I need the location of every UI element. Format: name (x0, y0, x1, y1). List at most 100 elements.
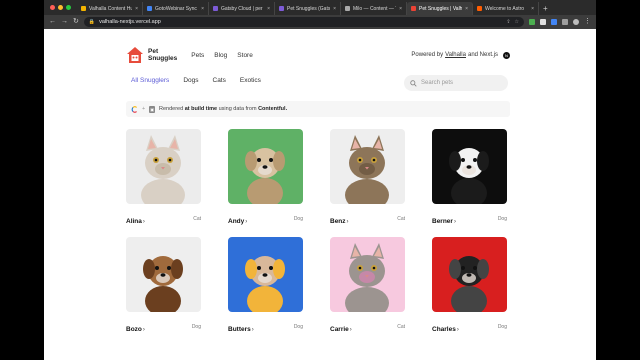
plus-icon: + (142, 106, 146, 112)
pet-photo[interactable] (228, 237, 303, 312)
pet-name: Bozo (126, 326, 142, 333)
dog-illustration (449, 148, 489, 204)
tab-close-icon[interactable]: × (465, 6, 468, 12)
cat-illustration (345, 135, 389, 204)
minimize-window-icon[interactable] (58, 5, 63, 10)
pet-card[interactable]: Carrie› Cat (330, 237, 405, 334)
tab-close-icon[interactable]: × (333, 6, 336, 12)
pet-name-link[interactable]: Andy› (228, 210, 247, 228)
pet-meta: Charles› Dog (432, 318, 507, 336)
pet-photo[interactable] (228, 129, 303, 204)
pet-name: Butters (228, 326, 251, 333)
pet-card[interactable]: Benz› Cat (330, 129, 405, 226)
tab-label: Welcome to Astro (485, 5, 525, 12)
browser-tab[interactable]: Valhalla Content Hub × (77, 2, 143, 15)
chevron-right-icon: › (349, 327, 352, 333)
pet-name-link[interactable]: Alina› (126, 210, 145, 228)
pet-meta: Butters› Dog (228, 318, 303, 336)
puzzle-icon[interactable] (562, 19, 568, 25)
browser-tab[interactable]: GotoWebinar Sync a × (143, 2, 209, 15)
tab-close-icon[interactable]: × (267, 6, 270, 12)
pet-card[interactable]: Alina› Cat (126, 129, 201, 226)
nav-store[interactable]: Store (237, 52, 253, 59)
menu-icon[interactable]: ⋮ (584, 15, 591, 29)
tab-label: Milo — Content — T (353, 5, 397, 12)
render-info-banner: + ▣ Rendered at build time using data fr… (126, 101, 510, 117)
build-badge-icon: ▣ (149, 105, 155, 113)
pet-photo[interactable] (126, 129, 201, 204)
valhalla-link[interactable]: Valhalla (445, 52, 466, 58)
filter-cats[interactable]: Cats (213, 77, 226, 84)
pet-meta: Bozo› Dog (126, 318, 201, 336)
share-icon[interactable]: ⇪ (506, 19, 510, 25)
pet-name-link[interactable]: Carrie› (330, 318, 352, 336)
pet-card[interactable]: Butters› Dog (228, 237, 303, 334)
filter-exotics[interactable]: Exotics (240, 77, 261, 84)
window-controls (44, 0, 77, 15)
browser-tab[interactable]: Pet Snuggles | Valh × (407, 2, 473, 15)
pet-card[interactable]: Berner› Dog (432, 129, 507, 226)
pet-name-link[interactable]: Benz› (330, 210, 349, 228)
tab-close-icon[interactable]: × (399, 6, 402, 12)
pet-meta: Carrie› Cat (330, 318, 405, 336)
browser-tab[interactable]: Gatsby Cloud | per × (209, 2, 275, 15)
chevron-right-icon: › (142, 327, 145, 333)
forward-icon[interactable]: → (61, 15, 68, 29)
pet-photo[interactable] (330, 129, 405, 204)
filter-all[interactable]: All Snugglers (131, 77, 169, 84)
pet-photo[interactable] (126, 237, 201, 312)
pet-name-link[interactable]: Charles› (432, 318, 459, 336)
extension-icon[interactable] (540, 19, 546, 25)
pet-photo[interactable] (330, 237, 405, 312)
maximize-window-icon[interactable] (66, 5, 71, 10)
address-bar[interactable]: 🔒 valhalla-nextjs.vercel.app ⇪ ☆ (83, 17, 524, 27)
pet-name: Carrie (330, 326, 349, 333)
pet-type: Dog (293, 216, 303, 222)
pet-photo[interactable] (432, 129, 507, 204)
nav-blog[interactable]: Blog (214, 52, 227, 59)
browser-tab[interactable]: Milo — Content — T × (341, 2, 407, 15)
new-tab-icon[interactable]: + (539, 2, 552, 15)
tab-favicon-icon (279, 6, 284, 11)
pet-type: Dog (497, 216, 507, 222)
pet-name-link[interactable]: Bozo› (126, 318, 145, 336)
filter-dogs[interactable]: Dogs (183, 77, 198, 84)
back-icon[interactable]: ← (49, 15, 56, 29)
page-content: Pet Snuggles Pets Blog Store Powered by … (44, 29, 596, 360)
chevron-right-icon: › (456, 327, 459, 333)
pet-type: Dog (191, 324, 201, 330)
browser-toolbar: ← → ↻ 🔒 valhalla-nextjs.vercel.app ⇪ ☆ ⋮ (44, 15, 596, 29)
pet-meta: Andy› Dog (228, 210, 303, 228)
tab-close-icon[interactable]: × (201, 6, 204, 12)
pet-card[interactable]: Andy› Dog (228, 129, 303, 226)
tabs: Valhalla Content Hub × GotoWebinar Sync a ×… (77, 2, 539, 15)
tab-close-icon[interactable]: × (135, 6, 138, 12)
pet-name-link[interactable]: Berner› (432, 210, 456, 228)
nav-pets[interactable]: Pets (191, 52, 204, 59)
pet-type: Cat (397, 324, 405, 330)
close-window-icon[interactable] (50, 5, 55, 10)
site-logo[interactable]: Pet Snuggles (126, 46, 177, 64)
pet-type: Dog (293, 324, 303, 330)
pet-name-link[interactable]: Butters› (228, 318, 254, 336)
tab-close-icon[interactable]: × (531, 6, 534, 12)
bookmark-star-icon[interactable]: ☆ (515, 19, 519, 25)
pet-photo[interactable] (432, 237, 507, 312)
profile-avatar[interactable] (573, 19, 579, 25)
chevron-right-icon: › (245, 219, 248, 225)
browser-tab[interactable]: Pet Snuggles (Gatsb × (275, 2, 341, 15)
pet-name: Berner (432, 218, 453, 225)
search-input[interactable]: Search pets (404, 75, 508, 91)
reload-icon[interactable]: ↻ (73, 15, 79, 29)
pet-type: Cat (397, 216, 405, 222)
pet-grid: Alina› Cat Andy› Dog Benz› Cat Berner› Dog (126, 129, 510, 334)
pet-card[interactable]: Bozo› Dog (126, 237, 201, 334)
tab-favicon-icon (411, 6, 416, 11)
browser-window: Valhalla Content Hub × GotoWebinar Sync a ×… (44, 0, 596, 360)
pet-card[interactable]: Charles› Dog (432, 237, 507, 334)
pet-name: Alina (126, 218, 142, 225)
browser-tab[interactable]: Welcome to Astro × (473, 2, 539, 15)
extension-icon[interactable] (551, 19, 557, 25)
dog-illustration (143, 256, 183, 312)
extension-icon[interactable] (529, 19, 535, 25)
